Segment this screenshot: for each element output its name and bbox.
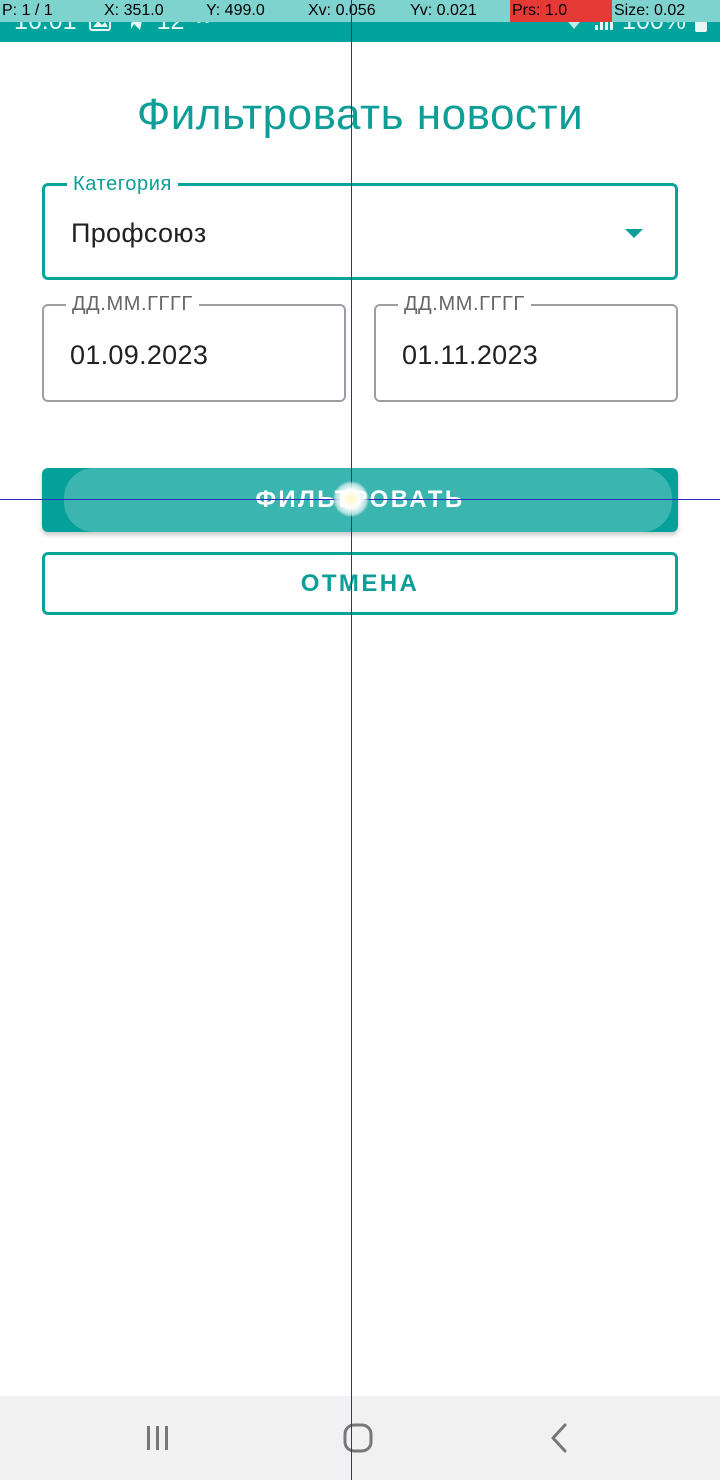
cancel-button-label: ОТМЕНА [300,569,420,597]
date-from-value: 01.09.2023 [70,340,209,370]
dropdown-arrow-icon[interactable] [625,229,643,238]
debug-x: X: 351.0 [102,0,204,22]
navigation-bar [0,1396,720,1480]
recent-apps-icon[interactable] [136,1416,180,1460]
date-to-field[interactable]: ДД.ММ.ГГГГ 01.11.2023 [374,292,678,402]
back-icon[interactable] [538,1416,582,1460]
date-to-label: ДД.ММ.ГГГГ [398,292,531,316]
category-dropdown[interactable]: Категория Профсоюз [42,172,678,280]
debug-pointer-count: P: 1 / 1 [0,0,102,22]
date-from-field[interactable]: ДД.ММ.ГГГГ 01.09.2023 [42,292,346,402]
category-label: Категория [67,172,178,196]
date-to-value: 01.11.2023 [402,340,539,370]
debug-size: Size: 0.02 [612,0,720,22]
cancel-button[interactable]: ОТМЕНА [42,552,678,615]
date-from-label: ДД.ММ.ГГГГ [66,292,199,316]
filter-news-screen: 16:01 12 100% P: 1 / [0,0,720,1480]
debug-x-velocity: Xv: 0.056 [306,0,408,22]
debug-pressure: Prs: 1.0 [510,0,612,22]
category-value: Профсоюз [71,218,207,248]
debug-y: Y: 499.0 [204,0,306,22]
pointer-crosshair-vertical [351,0,352,1480]
pointer-location-overlay: P: 1 / 1 X: 351.0 Y: 499.0 Xv: 0.056 Yv:… [0,0,720,22]
home-icon[interactable] [336,1416,380,1460]
touch-indicator [333,481,369,517]
debug-y-velocity: Yv: 0.021 [408,0,510,22]
page-title: Фильтровать новости [136,90,584,139]
